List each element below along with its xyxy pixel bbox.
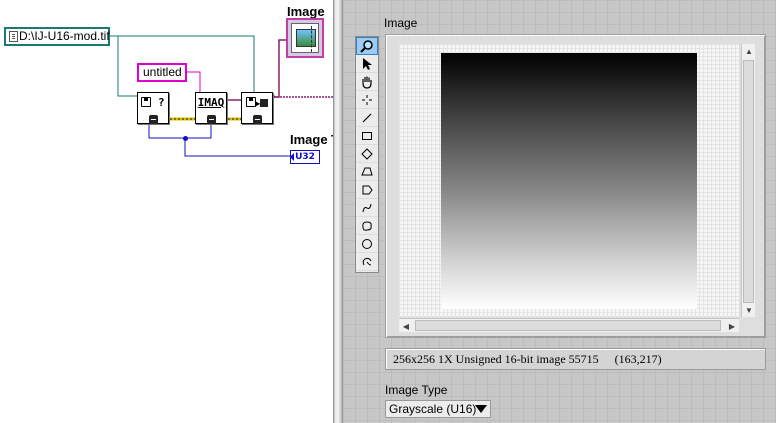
image-display-area[interactable] [399,44,739,317]
window-splitter[interactable] [333,0,343,423]
rectangle-icon[interactable] [356,127,378,145]
image-type-u32-indicator[interactable]: U32 [290,150,320,164]
image-info-text: 256x256 1X Unsigned 16-bit image 55715 [393,352,599,366]
imaq-label: IMAQ [197,96,225,109]
vertical-scrollbar[interactable]: ▲ ▼ [741,44,755,317]
line-icon[interactable] [356,109,378,127]
cursor-coordinates: (163,217) [614,352,662,366]
scroll-up-icon[interactable]: ▲ [742,44,756,58]
image-type-terminal-label: Image T [290,132,333,147]
path-constant[interactable]: D:\IJ-U16-mod.tif [4,27,110,46]
scroll-down-icon[interactable]: ▼ [742,303,756,317]
dropdown-arrow-icon[interactable] [475,405,487,413]
image-display-icon [291,23,319,53]
wire-junction [183,136,188,141]
horizontal-scrollbar[interactable]: ◀ ▶ [399,318,739,332]
image-display-frame: ▲ ▼ ◀ ▶ [385,34,766,338]
error-terminal-icon [148,115,158,124]
freehand-region-icon[interactable] [356,217,378,235]
disk-icon [245,97,256,107]
error-terminal-icon [206,115,216,124]
scroll-right-icon[interactable]: ▶ [725,319,739,333]
horizontal-scroll-thumb[interactable] [415,320,721,331]
imaq-read-file-node[interactable]: ▶ [241,92,273,124]
rotated-rectangle-icon[interactable] [356,145,378,163]
grayscale-gradient-image[interactable] [441,53,697,309]
zoom-icon[interactable] [356,37,378,55]
error-terminal-icon [252,115,262,124]
broken-line-icon[interactable] [356,253,378,271]
string-constant[interactable]: untitled [137,63,187,82]
annulus-icon[interactable] [356,181,378,199]
polygon-icon[interactable] [356,163,378,181]
block-diagram[interactable]: D:\IJ-U16-mod.tif untitled ? IMAQ ▶ Imag… [0,0,333,423]
disk-icon [141,97,152,107]
pan-hand-icon[interactable] [356,73,378,91]
imaq-create-node[interactable]: IMAQ [195,92,227,124]
image-type-dropdown[interactable]: Grayscale (U16) [385,400,491,418]
image-terminal-label: Image [287,4,325,19]
image-tools-palette [355,36,379,273]
oval-icon[interactable] [356,235,378,253]
vertical-scroll-thumb[interactable] [743,60,754,303]
front-panel: Image ▲ ▼ ◀ ▶ 256x256 1X Unsigned 16-bit… [343,0,776,423]
point-crosshair-icon[interactable] [356,91,378,109]
image-indicator-terminal[interactable] [286,18,324,58]
image-control-label: Image [384,16,418,30]
imaq-get-file-info-node[interactable]: ? [137,92,169,124]
question-mark-text: ? [158,96,165,109]
pointer-icon[interactable] [356,55,378,73]
path-wire [110,35,275,97]
freehand-line-icon[interactable] [356,199,378,217]
image-info-status-bar: 256x256 1X Unsigned 16-bit image 55715 (1… [385,348,766,370]
scroll-left-icon[interactable]: ◀ [399,319,413,333]
path-icon [9,31,18,42]
image-type-label: Image Type [385,383,448,397]
image-box-icon [260,99,269,107]
image-type-value: Grayscale (U16) [389,402,477,416]
numeric-wire [148,121,290,157]
